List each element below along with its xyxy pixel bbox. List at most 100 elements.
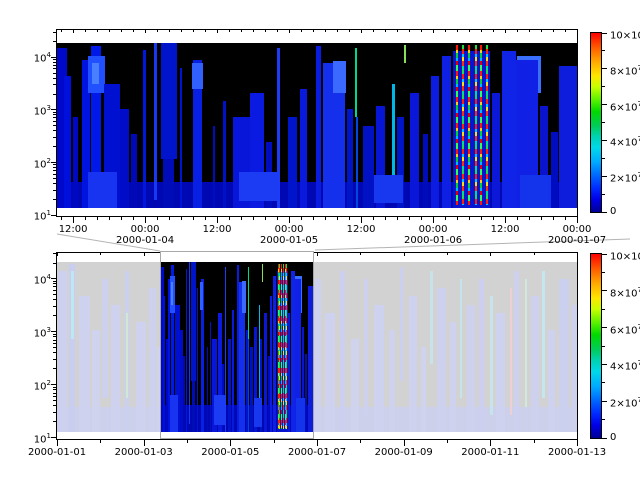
- x-minor-tick: [534, 440, 535, 443]
- spectrogram-streak: [437, 288, 446, 433]
- spectrogram-streak: [300, 89, 307, 208]
- spectrogram-streak: [308, 286, 313, 432]
- x-minor-tick-top: [229, 30, 230, 32]
- colorbar-tick-label: 0: [610, 206, 616, 217]
- y-minor-tick: [53, 263, 56, 264]
- x-minor-tick-top: [253, 30, 254, 32]
- x-major-tick-top: [433, 30, 434, 33]
- x-minor-tick: [481, 217, 482, 220]
- overview-spectrogram-panel: 1041031021012000-01-012000-01-032000-01-…: [56, 252, 578, 440]
- y-minor-tick: [53, 336, 56, 337]
- x-minor-tick: [265, 217, 266, 220]
- x-minor-tick: [301, 217, 302, 220]
- x-minor-tick-top: [61, 30, 62, 32]
- y-tick-label: 103: [21, 103, 51, 117]
- x-minor-tick: [565, 217, 566, 220]
- x-tick-label: 00:00: [275, 224, 304, 235]
- x-major-tick-top: [577, 253, 578, 256]
- colorbar-minor-tick: [602, 50, 605, 51]
- x-minor-tick: [253, 217, 254, 220]
- y-minor-tick: [53, 137, 56, 138]
- x-minor-tick: [421, 217, 422, 220]
- spectrogram-streak: [213, 126, 215, 209]
- x-minor-tick-top: [447, 253, 448, 255]
- selected-range-spectrogram[interactable]: [161, 262, 313, 432]
- spectrogram-streak: [71, 271, 74, 339]
- spectrogram-streak: [186, 269, 187, 432]
- y-minor-tick: [53, 114, 56, 115]
- spectrogram-streak: [525, 279, 527, 407]
- spectrogram-streak: [154, 43, 157, 200]
- y-minor-tick: [53, 174, 56, 175]
- y-minor-tick: [53, 281, 56, 282]
- spectrogram-streak: [502, 51, 516, 208]
- x-major-tick-top: [73, 30, 74, 33]
- spectrogram-streak: [496, 313, 505, 432]
- y-major-tick: [51, 331, 56, 332]
- y-minor-tick: [53, 400, 56, 401]
- x-major-tick: [433, 217, 434, 223]
- spectrogram-streak: [492, 93, 500, 209]
- spectrogram-streak: [486, 45, 488, 205]
- x-minor-tick-top: [109, 30, 110, 32]
- spectrogram-streak: [316, 46, 321, 208]
- x-minor-tick-top: [97, 30, 98, 32]
- spectrogram-streak: [214, 395, 225, 426]
- x-major-tick: [145, 217, 146, 223]
- colorbar-minor-tick: [602, 122, 605, 123]
- colorbar-tick-label: 10×107: [610, 27, 640, 41]
- x-minor-tick: [97, 217, 98, 220]
- x-date-label: 2000-01-05: [260, 235, 318, 246]
- x-minor-tick: [457, 217, 458, 220]
- y-minor-tick: [53, 352, 56, 353]
- y-major-tick: [51, 437, 56, 438]
- spectrogram-streak: [462, 45, 464, 205]
- spectrogram-streak: [223, 101, 226, 208]
- spectrogram-streak: [232, 310, 234, 432]
- zoom-selection-box[interactable]: [160, 251, 314, 439]
- spectrogram-streak: [64, 76, 71, 208]
- colorbar-major-tick: [602, 33, 607, 34]
- y-minor-tick: [53, 290, 56, 291]
- y-minor-tick: [53, 387, 56, 388]
- x-minor-tick-top: [133, 30, 134, 32]
- spectrogram-streak: [460, 279, 462, 398]
- overview-spectrogram-canvas[interactable]: [57, 262, 577, 432]
- top-zoom-spectrogram-panel: 10410310210112:0000:002000-01-0412:0000:…: [56, 29, 578, 217]
- spectrogram-streak: [431, 76, 439, 208]
- spectrogram-streak: [171, 282, 173, 304]
- colorbar-major-tick: [602, 327, 607, 328]
- spectrogram-streak: [262, 264, 263, 283]
- y-minor-tick: [53, 117, 56, 118]
- x-minor-tick: [100, 440, 101, 443]
- x-minor-tick: [205, 217, 206, 220]
- spectrogram-streak: [531, 296, 539, 432]
- x-major-tick: [317, 440, 318, 446]
- spectrogram-streak: [325, 313, 335, 432]
- top-spectrogram-canvas[interactable]: [57, 43, 577, 208]
- x-minor-tick-top: [121, 30, 122, 32]
- spectrogram-streak: [356, 117, 358, 208]
- spectrogram-streak: [288, 117, 297, 208]
- spectrogram-streak: [479, 279, 484, 432]
- spectrogram-streak: [364, 279, 368, 415]
- x-minor-tick-top: [100, 253, 101, 255]
- x-minor-tick-top: [181, 30, 182, 32]
- y-minor-tick: [53, 393, 56, 394]
- x-tick-label: 00:00: [419, 224, 448, 235]
- spectrogram-streak: [192, 63, 203, 89]
- spectrogram-streak: [315, 279, 321, 432]
- x-major-tick-top: [361, 30, 362, 33]
- spectrogram-streak: [170, 395, 178, 432]
- spectrogram-streak: [392, 84, 395, 175]
- x-minor-tick: [187, 440, 188, 443]
- x-date-label: 2000-01-09: [375, 447, 433, 458]
- x-major-tick-top: [145, 30, 146, 33]
- x-date-label: 2000-01-06: [404, 235, 462, 246]
- y-minor-tick: [53, 62, 56, 63]
- colorbar-minor-tick: [602, 309, 605, 310]
- x-minor-tick: [133, 217, 134, 220]
- spectrogram-streak: [347, 109, 353, 208]
- y-minor-tick: [53, 59, 56, 60]
- spectrogram-streak: [288, 313, 290, 432]
